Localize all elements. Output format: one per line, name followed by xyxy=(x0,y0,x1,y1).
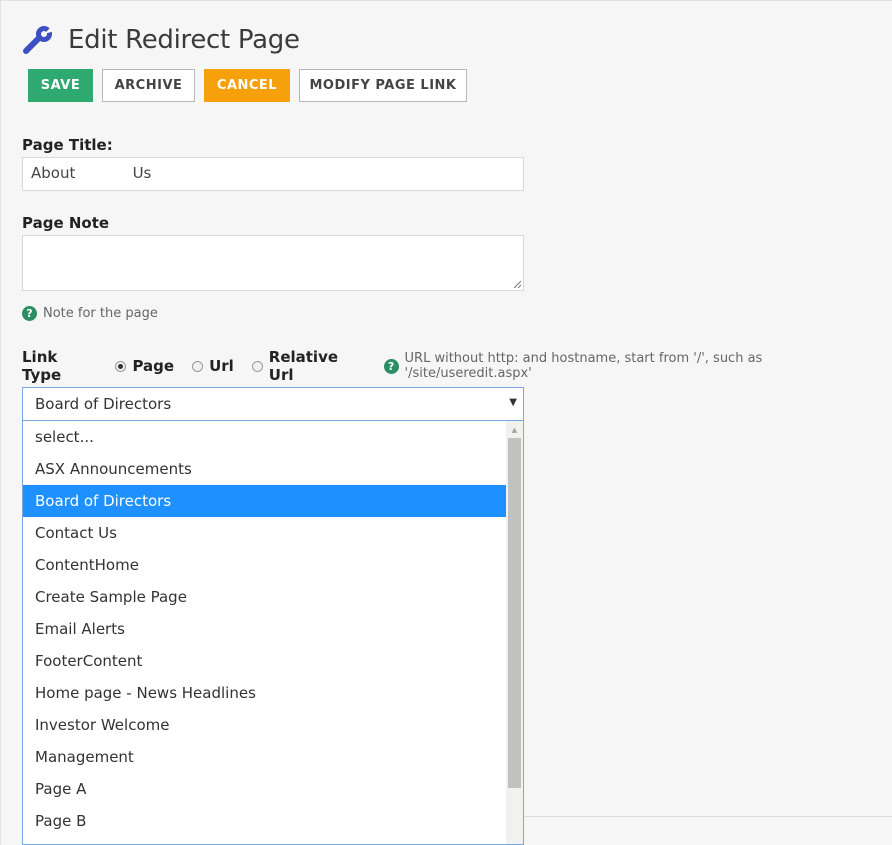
dropdown-option[interactable]: Create Sample Page xyxy=(23,581,507,613)
page-note-help: ? Note for the page xyxy=(22,306,158,321)
page-title-input[interactable]: About Us xyxy=(22,157,524,191)
page-note-label: Page Note xyxy=(22,214,110,232)
link-type-row: Link Type Page Url Relative Url ? URL wi… xyxy=(22,348,892,384)
archive-button[interactable]: ARCHIVE xyxy=(102,69,195,102)
save-button[interactable]: SAVE xyxy=(28,69,93,102)
link-type-url-option[interactable]: Url xyxy=(192,357,234,375)
help-icon: ? xyxy=(22,306,37,321)
page-title: Edit Redirect Page xyxy=(68,25,300,55)
dropdown-option-selected[interactable]: Board of Directors xyxy=(23,485,507,517)
page-title-label: Page Title: xyxy=(22,136,113,154)
help-icon: ? xyxy=(383,358,399,374)
link-type-help: ? URL without http: and hostname, start … xyxy=(383,351,892,381)
scrollbar-thumb[interactable] xyxy=(508,438,521,788)
dropdown-list: select... ASX Announcements Board of Dir… xyxy=(23,421,507,837)
divider xyxy=(524,816,892,817)
dropdown-option[interactable]: ContentHome xyxy=(23,549,507,581)
dropdown-option[interactable]: ASX Announcements xyxy=(23,453,507,485)
page-note-help-text: Note for the page xyxy=(43,306,158,321)
dropdown-option[interactable]: Home page - News Headlines xyxy=(23,677,507,709)
toolbar: SAVE ARCHIVE CANCEL MODIFY PAGE LINK xyxy=(28,69,467,102)
link-type-relative-url-label: Relative Url xyxy=(268,348,339,384)
radio-unchecked-icon[interactable] xyxy=(251,360,263,372)
dropdown-option[interactable]: Email Alerts xyxy=(23,613,507,645)
page-header: Edit Redirect Page xyxy=(22,22,300,58)
link-type-page-label: Page xyxy=(132,357,175,375)
cancel-button[interactable]: CANCEL xyxy=(204,69,290,102)
dropdown-option[interactable]: Investor Welcome xyxy=(23,709,507,741)
left-border xyxy=(0,0,1,845)
link-type-help-text: URL without http: and hostname, start fr… xyxy=(404,351,763,381)
dropdown-option[interactable]: select... xyxy=(23,421,507,453)
scroll-up-arrow-icon[interactable]: ▲ xyxy=(506,421,523,438)
dropdown-option[interactable]: FooterContent xyxy=(23,645,507,677)
dropdown-option[interactable]: Management xyxy=(23,741,507,773)
dropdown-option[interactable]: Page B xyxy=(23,805,507,837)
wrench-icon xyxy=(23,24,55,54)
dropdown-scrollbar[interactable]: ▲ xyxy=(506,421,523,844)
link-type-page-option[interactable]: Page xyxy=(115,357,174,375)
top-border xyxy=(0,0,892,1)
dropdown-arrow-icon: ▼ xyxy=(509,397,517,408)
page-select[interactable]: Board of Directors ▼ xyxy=(22,387,524,421)
page-select-dropdown: select... ASX Announcements Board of Dir… xyxy=(22,421,524,845)
link-type-url-label: Url xyxy=(209,357,234,375)
page-select-value: Board of Directors xyxy=(35,395,172,413)
resize-grip-icon[interactable] xyxy=(513,280,521,288)
page-note-textarea[interactable] xyxy=(22,235,524,291)
dropdown-option[interactable]: Contact Us xyxy=(23,517,507,549)
radio-unchecked-icon[interactable] xyxy=(192,360,204,372)
link-type-relative-url-option[interactable]: Relative Url xyxy=(251,348,368,384)
modify-page-link-button[interactable]: MODIFY PAGE LINK xyxy=(299,69,467,102)
link-type-label: Link Type xyxy=(22,348,62,384)
radio-checked-icon[interactable] xyxy=(115,360,127,372)
dropdown-option[interactable]: Page A xyxy=(23,773,507,805)
